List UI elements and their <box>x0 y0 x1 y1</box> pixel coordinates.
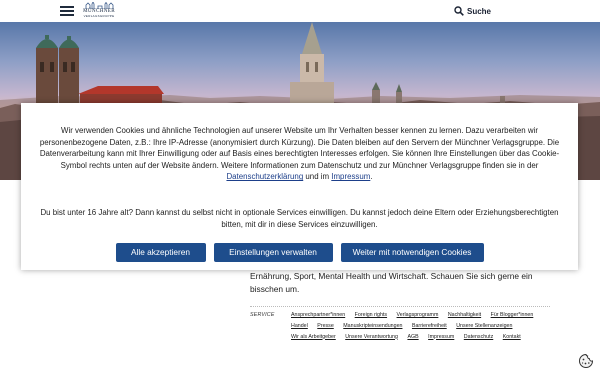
under-16-notice: Du bist unter 16 Jahre alt? Dann kannst … <box>40 208 559 229</box>
footer-link-contact[interactable]: Kontakt <box>503 332 521 343</box>
footer-link-sustainability[interactable]: Nachhaltigkeit <box>448 310 481 321</box>
menu-icon[interactable] <box>60 6 74 16</box>
and-text: und im <box>303 172 332 182</box>
footer-link-foreign-rights[interactable]: Foreign rights <box>355 310 387 321</box>
footer-link-trade[interactable]: Handel <box>291 321 308 332</box>
search-label: Suche <box>467 6 492 16</box>
footer-link-bloggers[interactable]: Für Blogger*innen <box>491 310 534 321</box>
footer-link-contact-persons[interactable]: Ansprechpartner*innen <box>291 310 345 321</box>
cookie-info-body: Wir verwenden Cookies und ähnliche Techn… <box>39 126 560 170</box>
cookie-button-row: Alle akzeptieren Einstellungen verwalten… <box>21 243 578 262</box>
top-navigation-bar: MÜNCHNER VERLAGSGRUPPE Suche <box>0 0 600 22</box>
cookie-icon <box>579 353 594 368</box>
cookie-info-text: Wir verwenden Cookies und ähnliche Techn… <box>29 125 570 183</box>
cookie-consent-dialog: Wir verwenden Cookies und ähnliche Techn… <box>21 103 578 270</box>
imprint-link[interactable]: Impressum <box>331 172 370 181</box>
footer-link-privacy[interactable]: Datenschutz <box>464 332 493 343</box>
footer-link-press[interactable]: Presse <box>317 321 334 332</box>
footer-link-accessibility[interactable]: Barrierefreiheit <box>412 321 447 332</box>
site-logo[interactable]: MÜNCHNER VERLAGSGRUPPE <box>82 2 116 20</box>
footer-link-terms[interactable]: AGB <box>407 332 418 343</box>
footer-link-employer[interactable]: Wir als Arbeitgeber <box>291 332 336 343</box>
footer-links: Ansprechpartner*innen Foreign rights Ver… <box>291 310 553 342</box>
cookie-settings-button[interactable] <box>578 353 594 369</box>
footer-link-jobs[interactable]: Unsere Stellenanzeigen <box>456 321 512 332</box>
service-label: SERVICE <box>250 312 275 318</box>
footer-link-program[interactable]: Verlagsprogramm <box>397 310 439 321</box>
accept-all-button[interactable]: Alle akzeptieren <box>115 243 206 262</box>
footer-link-responsibility[interactable]: Unsere Verantwortung <box>345 332 398 343</box>
period-text: . <box>370 172 373 182</box>
privacy-policy-link[interactable]: Datenschutzerklärung <box>226 172 303 181</box>
about-text: Ernährung, Sport, Mental Health und Wirt… <box>250 271 533 294</box>
search-icon <box>454 6 464 16</box>
manage-settings-button[interactable]: Einstellungen verwalten <box>213 243 333 262</box>
footer-link-manuscripts[interactable]: Manuskripteinsendungen <box>343 321 402 332</box>
footer-divider <box>250 306 550 307</box>
logo-line2: VERLAGSGRUPPE <box>83 14 115 18</box>
necessary-only-button[interactable]: Weiter mit notwendigen Cookies <box>340 243 484 262</box>
search-button[interactable]: Suche <box>454 5 491 17</box>
footer-link-imprint[interactable]: Impressum <box>428 332 454 343</box>
